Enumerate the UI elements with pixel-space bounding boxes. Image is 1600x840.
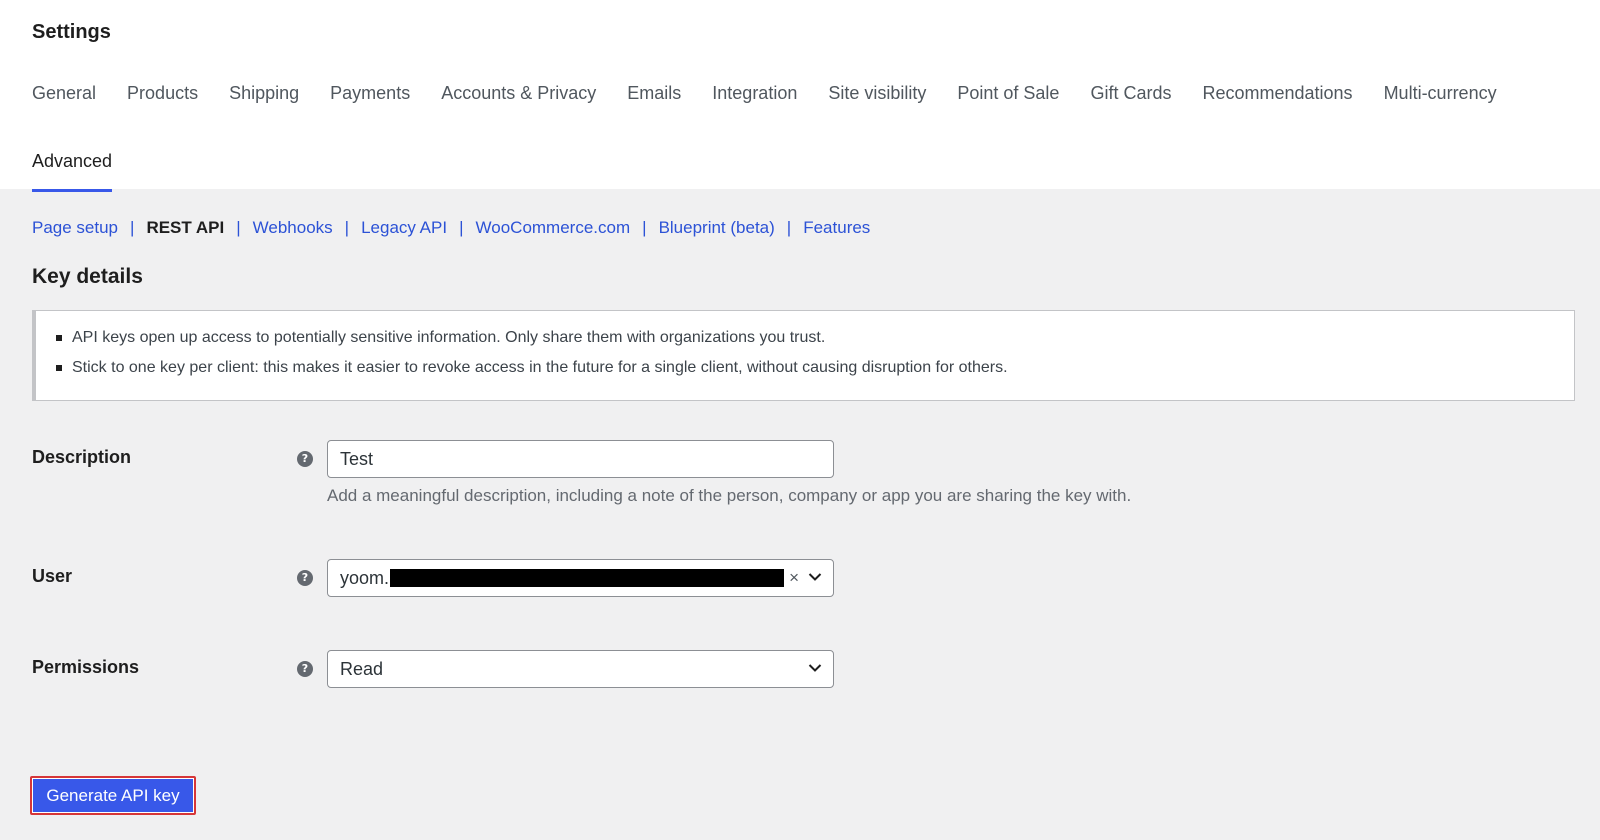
subnav-features[interactable]: Features <box>803 218 870 238</box>
user-value: yoom. <box>340 567 390 588</box>
description-value: Test <box>340 448 374 469</box>
subnav-webhooks[interactable]: Webhooks <box>253 218 333 238</box>
subnav-separator: | <box>236 218 241 237</box>
page-title: Settings <box>32 21 111 43</box>
redacted-block <box>390 569 785 587</box>
description-label: Description <box>32 447 132 467</box>
tab-general[interactable]: General <box>32 82 96 104</box>
settings-tabs: General Products Shipping Payments Accou… <box>32 82 1592 192</box>
tab-gift-cards[interactable]: Gift Cards <box>1090 82 1171 104</box>
subnav-separator: | <box>786 218 792 237</box>
tab-accounts-privacy[interactable]: Accounts & Privacy <box>441 82 596 104</box>
tab-multi-currency[interactable]: Multi-currency <box>1384 82 1497 104</box>
chevron-down-icon <box>808 664 822 672</box>
description-field[interactable]: Test <box>327 440 834 478</box>
tab-site-visibility[interactable]: Site visibility <box>828 82 926 104</box>
subnav-woocommerce-com[interactable]: WooCommerce.com <box>476 218 631 238</box>
tab-products[interactable]: Products <box>127 82 198 104</box>
tab-payments[interactable]: Payments <box>330 82 410 104</box>
user-label: User <box>32 566 73 586</box>
chevron-down-icon <box>808 573 822 581</box>
tab-recommendations[interactable]: Recommendations <box>1202 82 1352 104</box>
tab-shipping[interactable]: Shipping <box>229 82 299 104</box>
tab-point-of-sale[interactable]: Point of Sale <box>957 82 1059 104</box>
notice-item: Stick to one key per client: this makes … <box>56 358 1574 378</box>
section-title: Key details <box>32 265 143 288</box>
permissions-label: Permissions <box>32 657 140 677</box>
close-icon[interactable]: × <box>789 568 799 588</box>
permissions-value: Read <box>340 658 384 679</box>
settings-header: Settings General Products Shipping Payme… <box>0 0 1600 192</box>
info-notice: API keys open up access to potentially s… <box>32 310 1575 401</box>
permissions-select[interactable]: Read <box>327 650 834 688</box>
subnav-legacy-api[interactable]: Legacy API <box>361 218 447 238</box>
subsection-nav: Page setup | REST API | Webhooks | Legac… <box>32 218 870 238</box>
description-help-text: Add a meaningful description, including … <box>327 486 1132 505</box>
tab-advanced[interactable]: Advanced <box>32 150 113 192</box>
notice-item: API keys open up access to potentially s… <box>56 328 1574 348</box>
subnav-separator: | <box>642 218 647 237</box>
user-select[interactable]: yoom. × <box>327 559 834 597</box>
tab-integration[interactable]: Integration <box>712 82 797 104</box>
subnav-separator: | <box>344 218 350 237</box>
subnav-rest-api: REST API <box>146 218 225 237</box>
subnav-page-setup[interactable]: Page setup <box>32 218 118 238</box>
subnav-separator: | <box>130 218 135 237</box>
subnav-separator: | <box>459 218 464 237</box>
generate-api-key-button[interactable]: Generate API key <box>30 776 196 815</box>
question-circle-icon[interactable]: ? <box>297 570 313 586</box>
subnav-blueprint-beta[interactable]: Blueprint (beta) <box>659 218 775 238</box>
question-circle-icon[interactable]: ? <box>297 451 313 467</box>
question-circle-icon[interactable]: ? <box>297 661 313 677</box>
tab-emails[interactable]: Emails <box>627 82 681 104</box>
